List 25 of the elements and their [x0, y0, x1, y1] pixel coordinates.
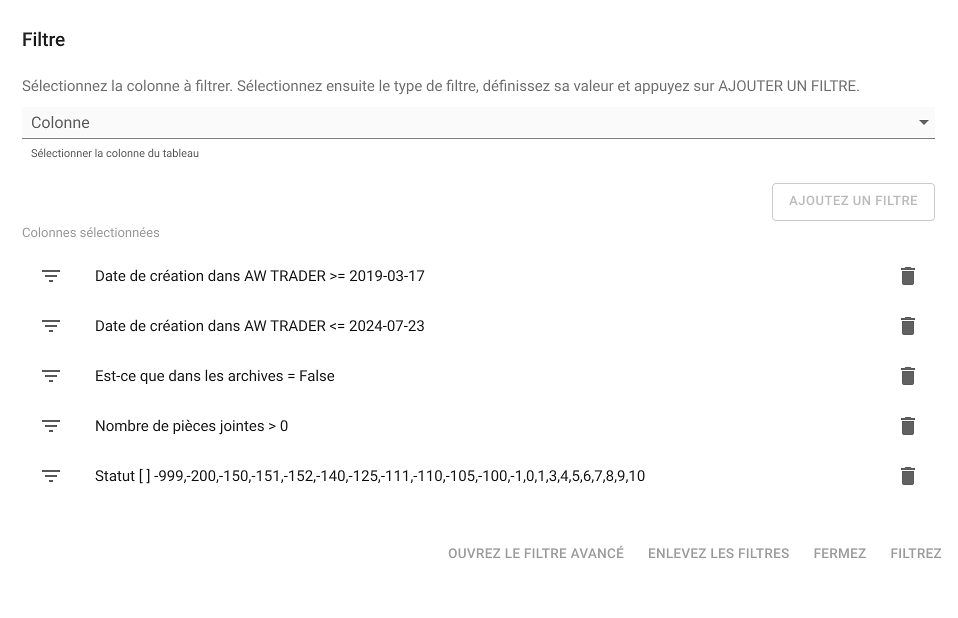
delete-icon[interactable] [901, 367, 915, 385]
delete-icon[interactable] [901, 317, 915, 335]
column-select[interactable]: Colonne [22, 107, 935, 139]
helper-text: Sélectionner la colonne du tableau [31, 146, 200, 162]
delete-icon[interactable] [901, 267, 915, 285]
dropdown-caret-icon [919, 120, 929, 125]
filter-label: Statut [ ] -999,-200,-150,-151,-152,-140,-125,-111,-110,-105,-100,-1,0,1,3,4,5,6,7,8,9,10 [95, 466, 646, 487]
filter-label: Date de création dans AW TRADER >= 2019-03-17 [95, 266, 426, 287]
filter-label: Nombre de pièces jointes > 0 [95, 416, 290, 437]
filter-icon [42, 370, 60, 382]
filter-icon [42, 270, 60, 282]
filter-icon [42, 420, 60, 432]
filter-icon [42, 320, 60, 332]
filter-label: Est-ce que dans les archives = False [95, 366, 336, 387]
section-heading: Colonnes sélectionnées [22, 224, 160, 242]
delete-icon[interactable] [901, 417, 915, 435]
description: Sélectionnez la colonne à filtrer. Sélectionnez ensuite le type de filtre, définissez sa valeur et appuyez sur AJOUTER UN FILTRE. [22, 76, 862, 97]
dialog-title: Filtre [22, 28, 66, 52]
action-button[interactable]: FERMEZ [806, 536, 874, 572]
action-button[interactable]: OUVREZ LE FILTRE AVANCÉ [440, 536, 632, 572]
delete-icon[interactable] [901, 467, 915, 485]
filter-label: Date de création dans AW TRADER <= 2024-07-23 [95, 316, 426, 337]
action-button[interactable]: ENLEVEZ LES FILTRES [640, 536, 798, 572]
action-button[interactable]: FILTREZ [882, 536, 950, 572]
filter-icon [42, 470, 60, 482]
